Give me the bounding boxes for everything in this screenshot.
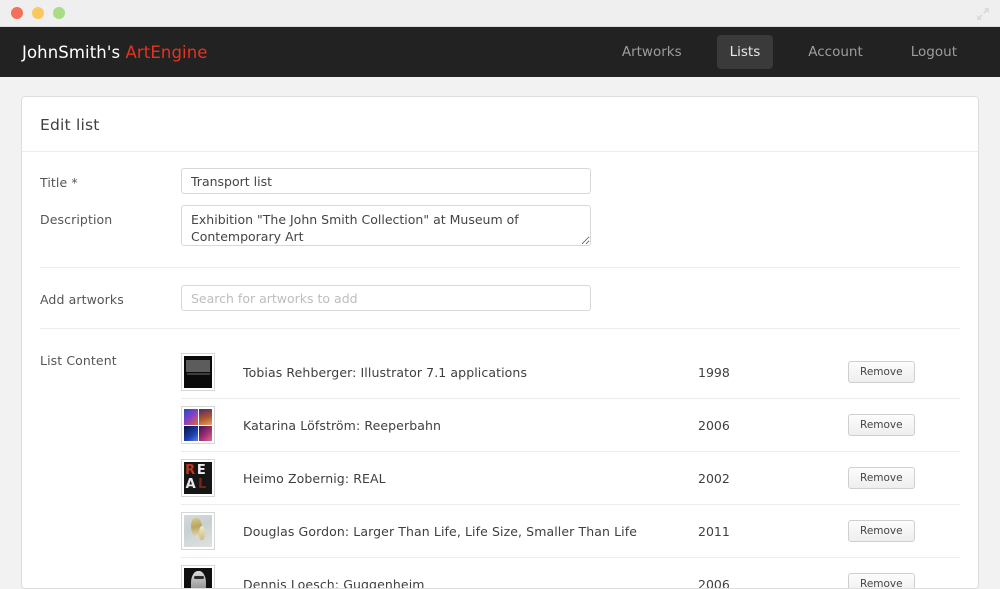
nav-item-lists[interactable]: Lists [716,35,774,69]
table-row[interactable]: Tobias Rehberger: Illustrator 7.1 applic… [181,346,960,399]
maximize-window-button[interactable] [53,7,65,19]
artwork-title: Douglas Gordon: Larger Than Life, Life S… [243,523,638,539]
nav-links: Artworks Lists Account Logout [609,35,978,69]
add-artworks-label: Add artworks [40,292,124,307]
row-actions: Remove [848,466,960,490]
page-title: Edit list [40,116,100,134]
artwork-year: 2002 [698,470,730,486]
form-row-list-content: List Content Tobias Rehberger: Illustrat… [22,346,978,589]
row-actions: Remove [848,519,960,543]
form-divider-2 [40,328,960,329]
title-input[interactable] [181,168,591,194]
artwork-year: 1998 [698,364,730,380]
add-artworks-search-input[interactable] [181,285,591,311]
artwork-year: 2006 [698,417,730,433]
traffic-lights [11,7,65,19]
table-row[interactable]: Dennis Loesch: Guggenheim 2006 Remove [181,558,960,589]
close-window-button[interactable] [11,7,23,19]
thumbnail-cell [181,406,234,444]
description-textarea[interactable] [181,205,591,246]
thumbnail-cell: RE AL [181,459,234,497]
row-actions: Remove [848,572,960,588]
remove-button[interactable]: Remove [848,413,915,437]
row-actions: Remove [848,413,960,437]
thumbnail-zobernig[interactable]: RE AL [181,459,215,497]
remove-button[interactable]: Remove [848,466,915,490]
table-row[interactable]: Katarina Löfström: Reeperbahn 2006 Remov… [181,399,960,452]
thumbnail-cell [181,353,234,391]
expand-arrows-icon[interactable] [975,6,991,22]
remove-button[interactable]: Remove [848,360,915,384]
nav-item-artworks[interactable]: Artworks [609,35,695,69]
row-actions: Remove [848,360,960,384]
artwork-year: 2006 [698,576,730,589]
minimize-window-button[interactable] [32,7,44,19]
list-content-table: Tobias Rehberger: Illustrator 7.1 applic… [181,346,960,589]
artwork-title: Dennis Loesch: Guggenheim [243,576,425,589]
artwork-title: Tobias Rehberger: Illustrator 7.1 applic… [243,364,528,380]
title-label: Title * [40,175,78,190]
form-row-description: Description [22,205,978,250]
page-content: Edit list Title * Description Add artwor [0,77,1000,589]
thumbnail-cell [181,565,234,588]
remove-button[interactable]: Remove [848,519,915,543]
remove-button[interactable]: Remove [848,572,915,588]
nav-item-logout[interactable]: Logout [898,35,970,69]
table-row[interactable]: Douglas Gordon: Larger Than Life, Life S… [181,505,960,558]
form-row-title: Title * [22,168,978,194]
thumbnail-lofstrom[interactable] [181,406,215,444]
brand-prefix: JohnSmith's [22,42,121,62]
artwork-title: Katarina Löfström: Reeperbahn [243,417,442,433]
top-navbar: JohnSmith's ArtEngine Artworks Lists Acc… [0,27,1000,77]
brand-accent: ArtEngine [125,42,208,62]
form-row-add-artworks: Add artworks [22,285,978,311]
edit-list-form: Title * Description Add artworks [22,152,978,589]
artwork-title: Heimo Zobernig: REAL [243,470,386,486]
thumbnail-loesch[interactable] [181,565,215,588]
table-row[interactable]: RE AL Heimo Zobernig: REAL 2002 Remove [181,452,960,505]
description-label: Description [40,212,113,227]
list-content-label: List Content [40,353,117,368]
edit-list-panel: Edit list Title * Description Add artwor [21,96,979,589]
brand-logo[interactable]: JohnSmith's ArtEngine [22,43,208,62]
thumbnail-gordon[interactable] [181,512,215,550]
nav-item-account[interactable]: Account [795,35,876,69]
window-titlebar [0,0,1000,27]
thumbnail-cell [181,512,234,550]
thumbnail-rehberger[interactable] [181,353,215,391]
artwork-year: 2011 [698,523,730,539]
form-divider-1 [40,267,960,268]
panel-header: Edit list [22,97,978,152]
